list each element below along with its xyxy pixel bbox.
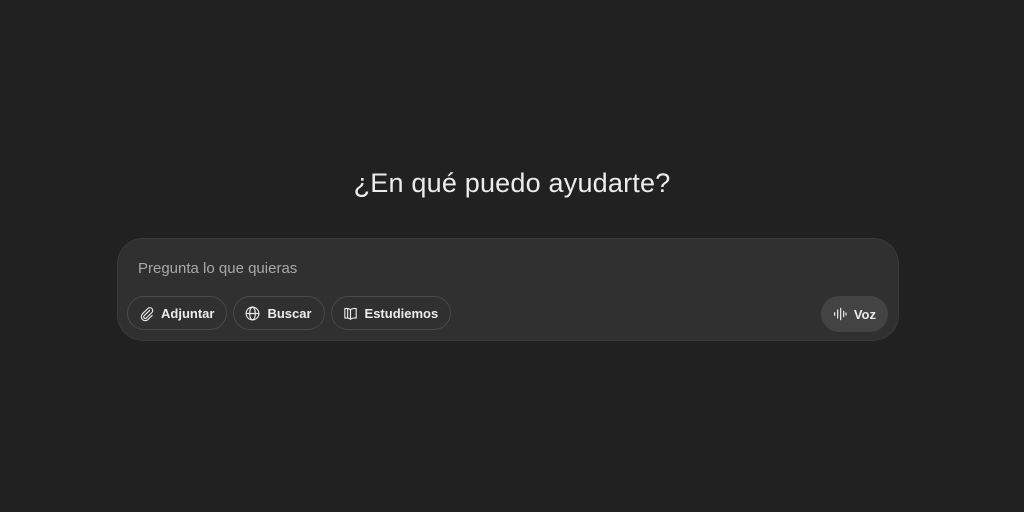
paperclip-icon [140, 306, 154, 321]
study-button[interactable]: Estudiemos [330, 296, 452, 330]
globe-icon [246, 306, 260, 320]
composer-tools: Adjuntar Buscar Estudiemos [127, 296, 452, 330]
search-button[interactable]: Buscar [233, 296, 325, 330]
chat-home: ¿En qué puedo ayudarte? Adjuntar Buscar [0, 0, 1024, 512]
attach-label: Adjuntar [161, 305, 215, 321]
book-icon [343, 307, 357, 320]
prompt-input[interactable] [138, 257, 738, 279]
study-label: Estudiemos [364, 305, 439, 321]
voice-label: Voz [853, 306, 876, 322]
attach-button[interactable]: Adjuntar [127, 296, 228, 330]
search-label: Buscar [267, 305, 312, 321]
voice-button[interactable]: Voz [820, 296, 888, 332]
page-title: ¿En qué puedo ayudarte? [353, 168, 671, 198]
prompt-composer: Adjuntar Buscar Estudiemos [117, 238, 899, 341]
voice-waveform-icon [833, 307, 847, 321]
